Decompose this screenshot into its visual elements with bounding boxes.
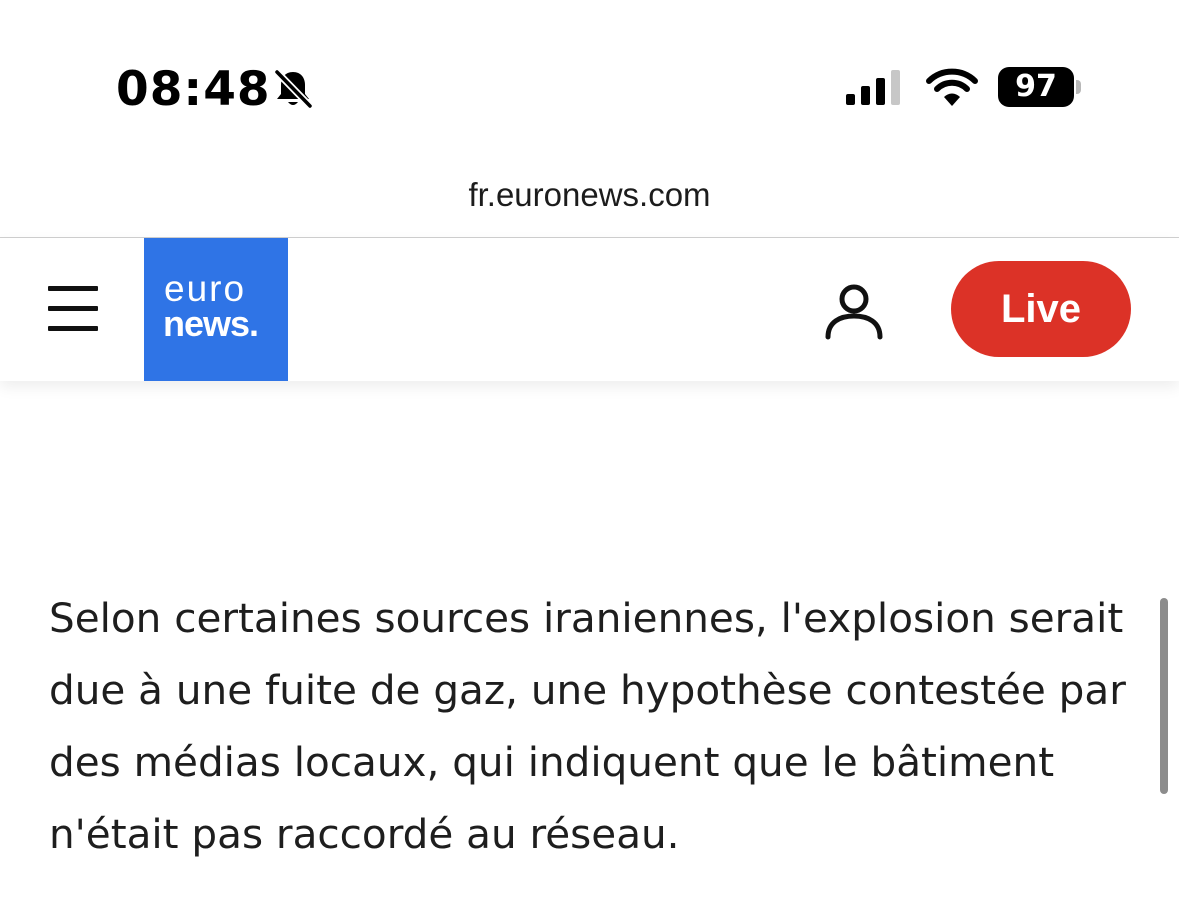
scrollbar[interactable] [1160,598,1168,794]
wifi-icon [926,68,978,106]
battery-nub [1076,80,1081,94]
article-paragraph: Selon certaines sources iraniennes, l'ex… [49,594,1126,858]
address-bar[interactable]: fr.euronews.com [0,160,1179,238]
status-bar: 08:48 97 [0,0,1179,160]
url-text[interactable]: fr.euronews.com [468,176,710,214]
battery-indicator: 97 [998,67,1074,107]
logo-text-top: euro [164,268,247,309]
logo-text-bottom: news. [163,303,259,344]
status-time: 08:48 [116,62,271,117]
hamburger-menu-icon[interactable] [48,286,98,332]
bell-slash-icon [274,69,313,109]
live-button[interactable]: Live [951,261,1131,357]
site-header: euro news. Live [0,238,1179,381]
user-icon[interactable] [824,284,884,340]
cellular-signal-icon [846,70,900,105]
euronews-logo[interactable]: euro news. [144,238,288,381]
